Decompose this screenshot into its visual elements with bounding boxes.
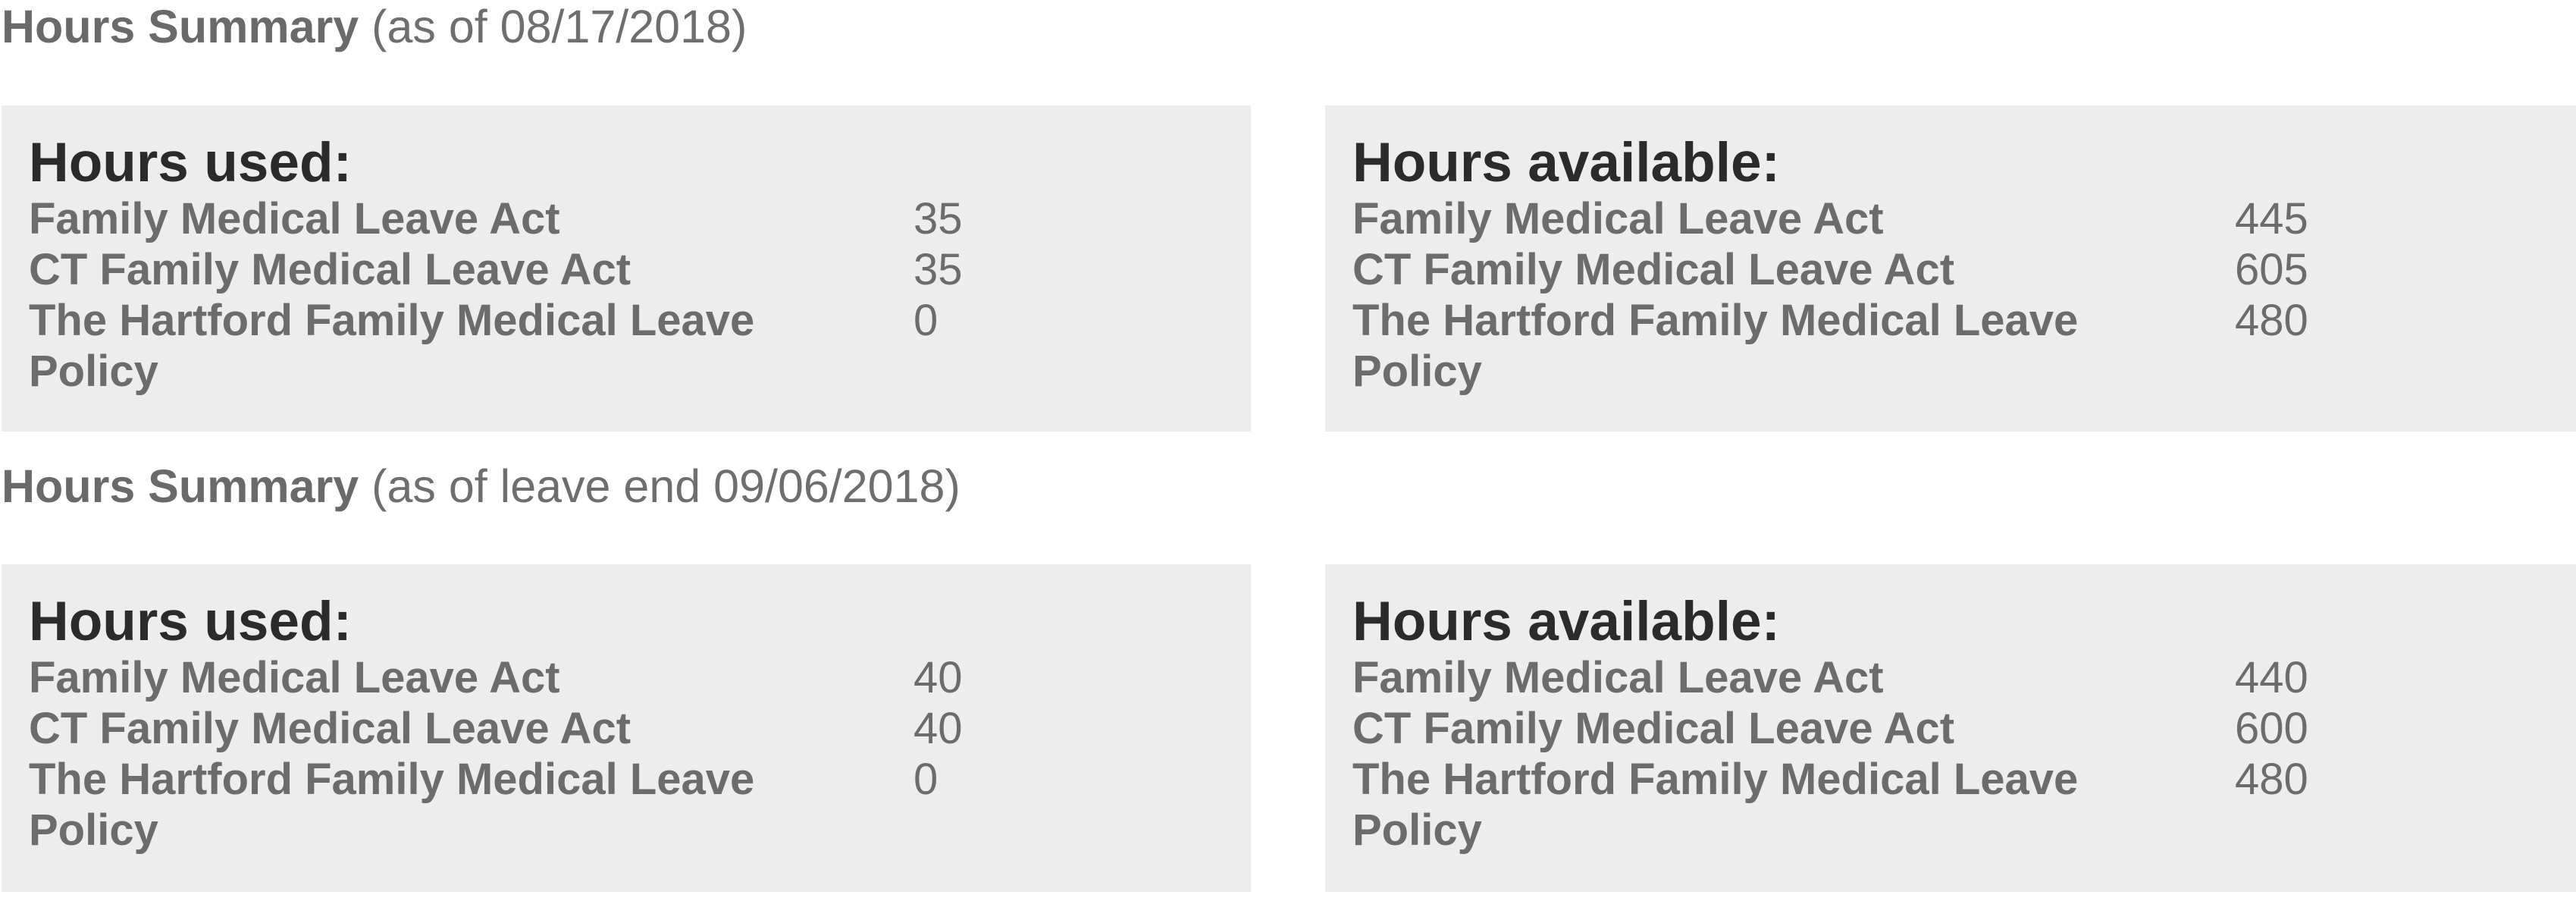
hartford-policy-used-value: 0	[914, 755, 939, 804]
hours-summary-title: Hours Summary	[2, 460, 359, 512]
hours-summary-date: (as of leave end 09/06/2018)	[359, 460, 961, 512]
fmla-used-value: 40	[914, 653, 963, 702]
hours-summary-title: Hours Summary	[2, 1, 359, 52]
hours-available-title: Hours available:	[1352, 591, 1780, 652]
ct-fmla-label: CT Family Medical Leave Act	[1352, 245, 1955, 294]
hours-summary-heading: Hours Summary (as of leave end 09/06/201…	[2, 460, 961, 513]
ct-fmla-used-value: 40	[914, 704, 963, 753]
hartford-policy-label: The Hartford Family Medical Leave Policy	[29, 296, 755, 396]
ct-fmla-available-value: 600	[2235, 704, 2308, 753]
hours-available-title: Hours available:	[1352, 132, 1780, 193]
hartford-policy-label: The Hartford Family Medical Leave Policy	[1352, 755, 2079, 855]
hartford-policy-label: The Hartford Family Medical Leave Policy	[29, 755, 755, 855]
hours-summary-date: (as of 08/17/2018)	[359, 1, 747, 52]
hours-used-title: Hours used:	[29, 591, 352, 652]
ct-fmla-used-value: 35	[914, 245, 963, 294]
fmla-label: Family Medical Leave Act	[1352, 653, 1884, 702]
hours-available-panel: Hours available: Family Medical Leave Ac…	[1325, 564, 2576, 892]
fmla-available-value: 440	[2235, 653, 2308, 702]
hartford-policy-available-value: 480	[2235, 755, 2308, 804]
ct-fmla-label: CT Family Medical Leave Act	[29, 704, 631, 753]
ct-fmla-label: CT Family Medical Leave Act	[29, 245, 631, 294]
fmla-available-value: 445	[2235, 194, 2308, 243]
hartford-policy-available-value: 480	[2235, 296, 2308, 345]
fmla-label: Family Medical Leave Act	[29, 653, 560, 702]
fmla-used-value: 35	[914, 194, 963, 243]
hours-used-panel: Hours used: Family Medical Leave Act 35 …	[2, 105, 1251, 432]
ct-fmla-label: CT Family Medical Leave Act	[1352, 704, 1955, 753]
hartford-policy-label: The Hartford Family Medical Leave Policy	[1352, 296, 2079, 396]
fmla-label: Family Medical Leave Act	[29, 194, 560, 243]
hours-used-panel: Hours used: Family Medical Leave Act 40 …	[2, 564, 1251, 892]
hours-available-panel: Hours available: Family Medical Leave Ac…	[1325, 105, 2576, 432]
ct-fmla-available-value: 605	[2235, 245, 2308, 294]
hours-used-title: Hours used:	[29, 132, 352, 193]
fmla-label: Family Medical Leave Act	[1352, 194, 1884, 243]
hartford-policy-used-value: 0	[914, 296, 939, 345]
hours-summary-heading: Hours Summary (as of 08/17/2018)	[2, 0, 747, 53]
